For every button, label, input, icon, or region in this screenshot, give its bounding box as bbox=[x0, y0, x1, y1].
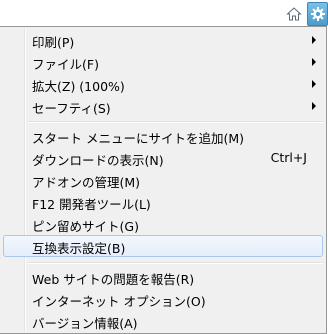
menu-item-label: ダウンロードの表示(N) bbox=[32, 153, 164, 168]
menu-separator bbox=[28, 121, 323, 123]
menu-item-developer-tools[interactable]: F12 開発者ツール(L) bbox=[3, 191, 323, 213]
menu-item-compatibility-view-settings[interactable]: 互換表示設定(B) bbox=[3, 235, 323, 257]
menu-item-add-site-to-start[interactable]: スタート メニューにサイトを追加(M) bbox=[3, 125, 323, 147]
menu-item-label: 拡大(Z) (100%) bbox=[32, 79, 125, 94]
tools-menu: 印刷(P) ファイル(F) 拡大(Z) (100%) セーフティ(S) スタート… bbox=[0, 26, 327, 334]
menu-item-label: ファイル(F) bbox=[32, 57, 99, 72]
submenu-arrow-icon bbox=[312, 58, 316, 66]
menu-item-print[interactable]: 印刷(P) bbox=[3, 29, 323, 51]
menu-item-file[interactable]: ファイル(F) bbox=[3, 51, 323, 73]
menu-item-label: Web サイトの問題を報告(R) bbox=[32, 272, 195, 287]
menu-item-pinned-sites[interactable]: ピン留めサイト(G) bbox=[3, 213, 323, 235]
menu-item-label: バージョン情報(A) bbox=[32, 316, 138, 331]
submenu-arrow-icon bbox=[312, 80, 316, 88]
menu-item-manage-addons[interactable]: アドオンの管理(M) bbox=[3, 169, 323, 191]
menu-item-safety[interactable]: セーフティ(S) bbox=[3, 95, 323, 117]
menu-item-label: F12 開発者ツール(L) bbox=[32, 197, 151, 212]
home-icon[interactable] bbox=[283, 3, 304, 25]
menu-item-label: アドオンの管理(M) bbox=[32, 175, 141, 190]
submenu-arrow-icon bbox=[312, 102, 316, 110]
menu-item-label: スタート メニューにサイトを追加(M) bbox=[32, 131, 245, 146]
menu-item-label: セーフティ(S) bbox=[32, 101, 111, 116]
menu-item-label: 互換表示設定(B) bbox=[32, 241, 126, 256]
menu-item-label: インターネット オプション(O) bbox=[32, 294, 206, 309]
menu-item-internet-options[interactable]: インターネット オプション(O) bbox=[3, 288, 323, 310]
menu-item-label: 印刷(P) bbox=[32, 35, 75, 50]
menu-separator bbox=[28, 262, 323, 264]
submenu-arrow-icon bbox=[312, 36, 316, 44]
toolbar bbox=[0, 0, 328, 27]
menu-item-view-downloads[interactable]: ダウンロードの表示(N) Ctrl+J bbox=[3, 147, 323, 169]
gear-icon[interactable] bbox=[307, 2, 328, 26]
menu-item-report-website-problems[interactable]: Web サイトの問題を報告(R) bbox=[3, 266, 323, 288]
menu-item-about[interactable]: バージョン情報(A) bbox=[3, 310, 323, 332]
menu-item-label: ピン留めサイト(G) bbox=[32, 219, 139, 234]
menu-item-zoom[interactable]: 拡大(Z) (100%) bbox=[3, 73, 323, 95]
menu-item-shortcut: Ctrl+J bbox=[270, 150, 307, 165]
